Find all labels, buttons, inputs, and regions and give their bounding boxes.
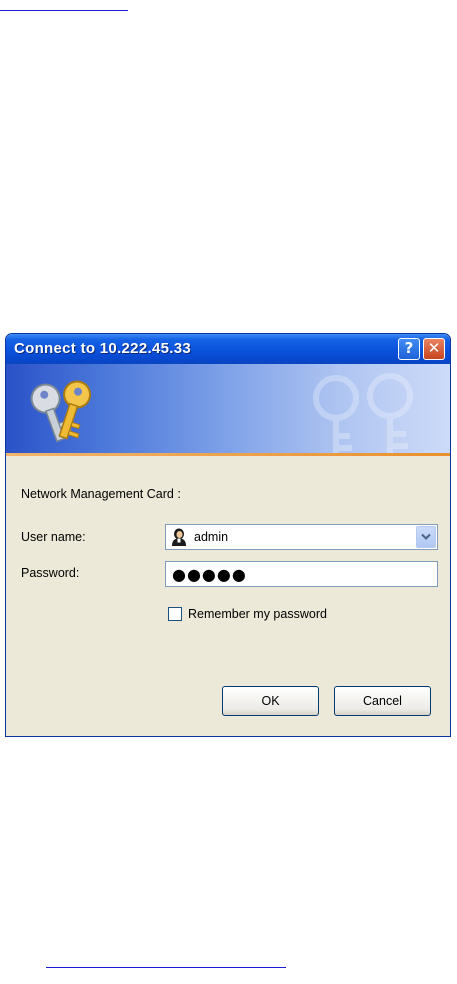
dialog-title: Connect to 10.222.45.33: [14, 340, 191, 357]
password-field[interactable]: ●●●●●: [165, 561, 438, 587]
keys-watermark-icon: [313, 373, 413, 456]
keys-icon: [30, 380, 92, 443]
username-value: admin: [194, 530, 229, 544]
top-link-underline: [0, 10, 128, 11]
title-bar: Connect to 10.222.45.33 ? ✕: [6, 334, 450, 364]
dropdown-button[interactable]: [416, 526, 436, 548]
banner-accent-line: [6, 453, 450, 456]
chevron-down-icon: [421, 533, 431, 540]
username-combobox[interactable]: admin: [165, 524, 438, 550]
realm-label: Network Management Card :: [21, 487, 181, 501]
help-button[interactable]: ?: [398, 338, 420, 360]
dialog-banner: [6, 364, 450, 456]
bottom-link-underline: [46, 967, 286, 968]
password-masked-value: ●●●●●: [172, 565, 247, 584]
remember-password-label[interactable]: Remember my password: [188, 607, 327, 621]
close-button[interactable]: ✕: [423, 338, 445, 360]
login-dialog: Connect to 10.222.45.33 ? ✕ Network Mana…: [5, 333, 451, 737]
ok-button[interactable]: OK: [222, 686, 319, 716]
password-label: Password:: [21, 566, 80, 580]
username-label: User name:: [21, 530, 86, 544]
user-icon: [172, 528, 186, 546]
remember-password-checkbox[interactable]: [168, 607, 182, 621]
cancel-button[interactable]: Cancel: [334, 686, 431, 716]
